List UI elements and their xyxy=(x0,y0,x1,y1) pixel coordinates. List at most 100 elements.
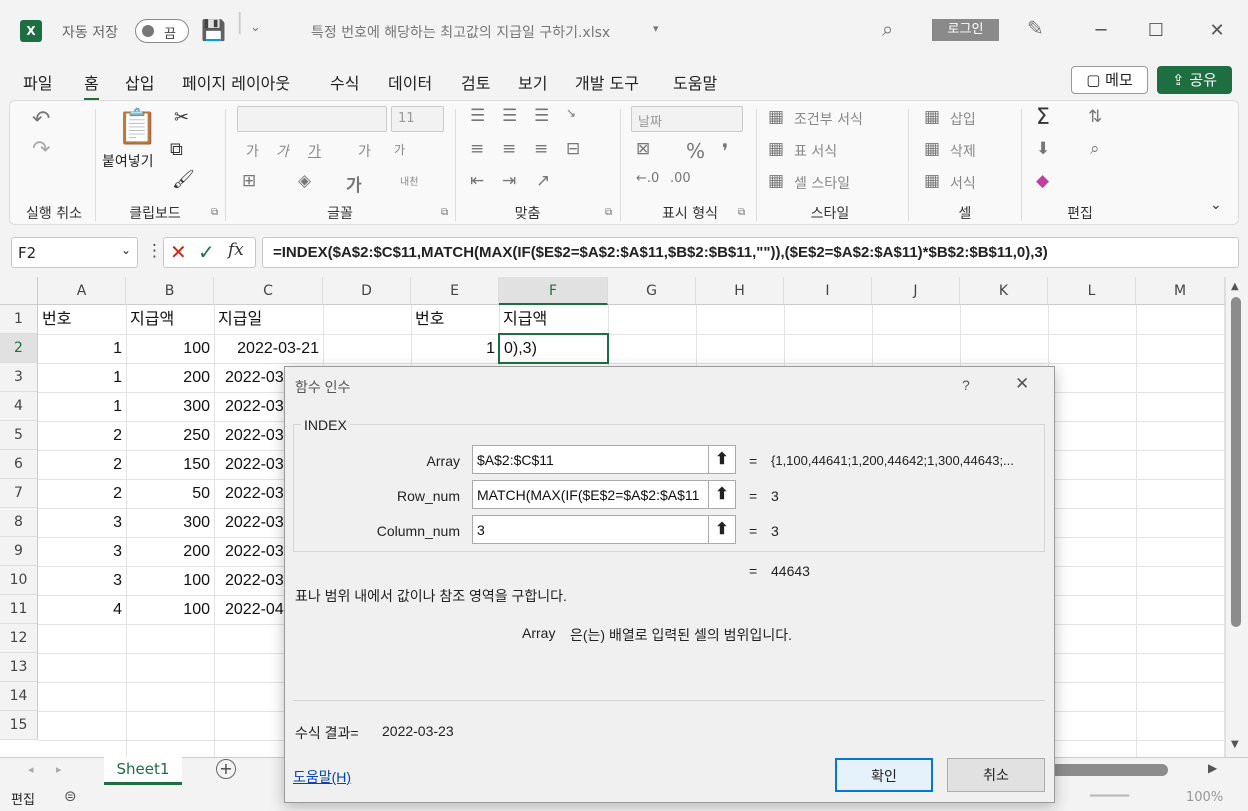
column-header[interactable]: D xyxy=(323,277,411,305)
scroll-right-icon[interactable]: ▶ xyxy=(1208,761,1217,775)
insert-cells-icon[interactable]: ▦ xyxy=(924,107,940,127)
arg-input-array[interactable]: $A$2:$C$11 xyxy=(472,445,711,474)
collapse-dialog-icon[interactable]: ⬆ xyxy=(708,445,736,474)
pen-icon[interactable]: ✎ xyxy=(1027,16,1044,40)
tab-page-layout[interactable]: 페이지 레이아웃 xyxy=(182,70,290,94)
fill-icon[interactable]: ⬇ xyxy=(1036,139,1050,159)
percent-icon[interactable]: % xyxy=(686,139,705,163)
delete-cells-icon[interactable]: ▦ xyxy=(924,139,940,159)
autosave-toggle[interactable]: 끔 xyxy=(135,19,189,43)
column-header[interactable]: A xyxy=(38,277,126,305)
collapse-ribbon-icon[interactable]: ⌄ xyxy=(1210,197,1222,213)
bold-button[interactable]: 가 xyxy=(246,141,259,161)
maximize-button[interactable]: ☐ xyxy=(1141,16,1171,46)
enter-icon[interactable]: ✓ xyxy=(198,240,215,264)
cell-b[interactable]: 250 xyxy=(126,421,214,450)
add-sheet-button[interactable]: + xyxy=(216,759,236,779)
cut-icon[interactable]: ✂ xyxy=(174,107,189,128)
align-right-icon[interactable]: ≡ xyxy=(534,139,548,159)
scroll-down-icon[interactable]: ▼ xyxy=(1231,739,1239,750)
conditional-format-button[interactable]: 조건부 서식 xyxy=(794,109,863,129)
share-button[interactable]: ⇪ 공유 xyxy=(1157,66,1232,94)
decrease-indent-icon[interactable]: ⇤ xyxy=(470,171,484,191)
column-header[interactable]: H xyxy=(696,277,784,305)
name-box[interactable]: F2 ⌄ xyxy=(11,237,138,268)
collapse-dialog-icon[interactable]: ⬆ xyxy=(708,515,736,544)
vertical-scrollbar[interactable]: ▲ ▼ xyxy=(1225,277,1248,757)
cell-a[interactable]: 2 xyxy=(38,479,126,508)
row-header[interactable]: 5 xyxy=(0,421,38,450)
align-top-icon[interactable]: ☰ xyxy=(470,106,485,126)
scroll-thumb[interactable] xyxy=(1231,297,1241,627)
prev-sheet-icon[interactable]: ◂ xyxy=(28,763,34,776)
align-left-icon[interactable]: ≡ xyxy=(470,139,484,159)
find-icon[interactable]: ⌕ xyxy=(1090,139,1100,159)
tab-developer[interactable]: 개발 도구 xyxy=(575,70,639,94)
customize-toolbar-icon[interactable]: ⌄ xyxy=(250,20,261,35)
dialog-launcher-icon[interactable]: ⧉ xyxy=(738,207,745,218)
column-header[interactable]: B xyxy=(126,277,214,305)
fill-color-icon[interactable]: ◈ xyxy=(298,171,311,191)
row-header[interactable]: 7 xyxy=(0,479,38,508)
tab-file[interactable]: 파일 xyxy=(23,70,52,94)
cell-a[interactable]: 2 xyxy=(38,421,126,450)
italic-button[interactable]: 가 xyxy=(276,141,289,161)
cell-e1[interactable]: 번호 xyxy=(411,305,499,334)
cell-styles-button[interactable]: 셀 스타일 xyxy=(794,173,850,193)
row-header[interactable]: 12 xyxy=(0,624,38,653)
font-name-combo[interactable] xyxy=(237,106,387,132)
arg-input-column-num[interactable]: 3 xyxy=(472,515,711,544)
currency-icon[interactable]: ⊠ xyxy=(636,139,650,159)
cell-a[interactable]: 4 xyxy=(38,595,126,624)
align-center-icon[interactable]: ≡ xyxy=(502,139,516,159)
dialog-launcher-icon[interactable]: ⧉ xyxy=(605,207,612,218)
row-header[interactable]: 8 xyxy=(0,508,38,537)
align-middle-icon[interactable]: ☰ xyxy=(502,106,517,126)
row-header-selected[interactable]: 2 xyxy=(0,334,38,363)
cell-b[interactable]: 200 xyxy=(126,537,214,566)
sort-filter-icon[interactable]: ⇅ xyxy=(1088,107,1102,127)
tab-data[interactable]: 데이터 xyxy=(388,70,432,94)
format-cells-button[interactable]: 서식 xyxy=(950,173,976,193)
row-header[interactable]: 14 xyxy=(0,682,38,711)
dialog-help-button[interactable]: ? xyxy=(962,377,970,393)
cell-a[interactable]: 1 xyxy=(38,363,126,392)
dialog-launcher-icon[interactable]: ⧉ xyxy=(211,207,218,218)
paste-icon[interactable]: 📋 xyxy=(116,107,158,147)
row-header[interactable]: 4 xyxy=(0,392,38,421)
copy-icon[interactable]: ⧉ xyxy=(170,139,183,160)
cancel-icon[interactable]: ✕ xyxy=(170,240,187,264)
zoom-slider[interactable]: ━━━━━ xyxy=(1090,789,1129,804)
border-icon[interactable]: ⊞ xyxy=(242,171,256,191)
cell-b[interactable]: 100 xyxy=(126,566,214,595)
column-header[interactable]: G xyxy=(608,277,696,305)
comma-icon[interactable]: ❜ xyxy=(722,139,728,163)
cell-a[interactable]: 1 xyxy=(38,334,126,363)
cell-c[interactable]: 2022-03-21 xyxy=(214,334,323,363)
more-icon[interactable]: ⋮ xyxy=(146,241,163,261)
column-header[interactable]: I xyxy=(784,277,872,305)
cell-a1[interactable]: 번호 xyxy=(38,305,126,334)
chevron-down-icon[interactable]: ▾ xyxy=(653,22,659,35)
tab-view[interactable]: 보기 xyxy=(518,70,547,94)
text-direction-icon[interactable]: ↘ xyxy=(566,106,576,120)
collapse-dialog-icon[interactable]: ⬆ xyxy=(708,480,736,509)
document-title[interactable]: 특정 번호에 해당하는 최고값의 지급일 구하기.xlsx xyxy=(311,22,610,42)
column-header[interactable]: E xyxy=(411,277,499,305)
tab-review[interactable]: 검토 xyxy=(461,70,490,94)
row-header[interactable]: 9 xyxy=(0,537,38,566)
table-format-button[interactable]: 표 서식 xyxy=(794,141,837,161)
orientation-icon[interactable]: ↗ xyxy=(536,171,550,191)
cell-f1[interactable]: 지급액 xyxy=(499,305,608,334)
undo-icon[interactable]: ↶ xyxy=(32,107,50,132)
table-format-icon[interactable]: ▦ xyxy=(768,139,784,159)
minimize-button[interactable]: ─ xyxy=(1086,16,1116,46)
cell-b[interactable]: 300 xyxy=(126,392,214,421)
row-header[interactable]: 11 xyxy=(0,595,38,624)
align-bottom-icon[interactable]: ☰ xyxy=(534,106,549,126)
underline-button[interactable]: 가 xyxy=(308,141,321,161)
row-header[interactable]: 1 xyxy=(0,305,38,334)
insert-cells-button[interactable]: 삽입 xyxy=(950,109,976,129)
phonetic-icon[interactable]: 내천 xyxy=(400,173,418,188)
cell-a[interactable]: 3 xyxy=(38,508,126,537)
